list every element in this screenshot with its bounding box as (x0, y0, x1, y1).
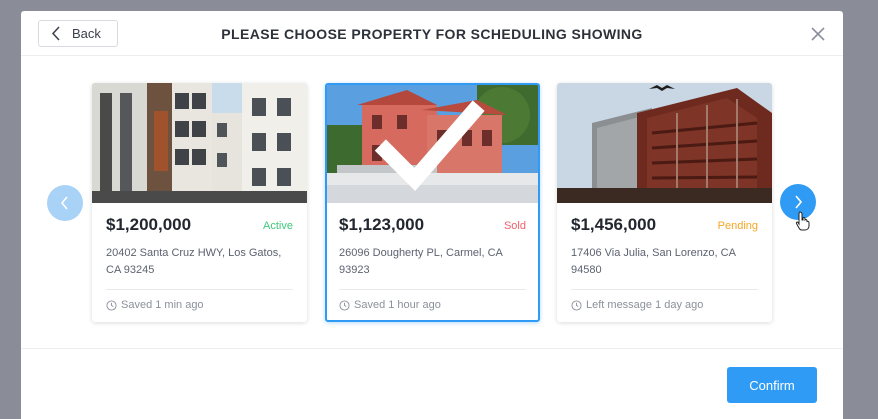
chevron-right-icon (795, 195, 803, 209)
modal-title: PLEASE CHOOSE PROPERTY FOR SCHEDULING SH… (221, 26, 643, 42)
card-body: $1,123,000 Sold 26096 Dougherty PL, Carm… (339, 215, 526, 279)
property-photo (92, 83, 307, 203)
close-icon[interactable] (810, 26, 826, 42)
card-body: $1,456,000 Pending 17406 Via Julia, San … (571, 215, 758, 279)
status-badge: Pending (717, 220, 758, 232)
property-card-1[interactable]: $1,200,000 Active 20402 Santa Cruz HWY, … (92, 83, 307, 322)
previous-button[interactable] (47, 185, 83, 221)
check-icon (374, 100, 485, 191)
card-meta: Left message 1 day ago (571, 299, 703, 311)
clock-icon (571, 299, 582, 311)
card-divider (339, 289, 526, 290)
modal-header: Back PLEASE CHOOSE PROPERTY FOR SCHEDULI… (21, 11, 843, 56)
property-address: 17406 Via Julia, San Lorenzo, CA 94580 (571, 247, 736, 276)
property-photo (557, 83, 772, 203)
card-body: $1,200,000 Active 20402 Santa Cruz HWY, … (106, 215, 293, 279)
card-meta: Saved 1 min ago (106, 299, 204, 311)
modal-footer: Confirm (21, 348, 843, 419)
property-address: 20402 Santa Cruz HWY, Los Gatos, CA 9324… (106, 247, 282, 276)
card-meta-text: Saved 1 hour ago (354, 299, 441, 311)
hand-cursor-icon (795, 211, 810, 231)
property-price: $1,123,000 (339, 215, 425, 234)
card-divider (571, 289, 758, 290)
property-photo (327, 85, 538, 203)
property-card-2[interactable]: $1,123,000 Sold 26096 Dougherty PL, Carm… (325, 83, 540, 322)
confirm-button[interactable]: Confirm (727, 367, 817, 403)
property-card-3[interactable]: $1,456,000 Pending 17406 Via Julia, San … (557, 83, 772, 322)
property-selection-modal: Back PLEASE CHOOSE PROPERTY FOR SCHEDULI… (21, 11, 843, 419)
clock-icon (106, 299, 117, 311)
card-divider (106, 289, 293, 290)
chevron-left-icon (60, 196, 68, 210)
status-badge: Active (263, 220, 293, 232)
status-badge: Sold (503, 220, 526, 232)
card-meta: Saved 1 hour ago (339, 299, 441, 311)
card-meta-text: Left message 1 day ago (586, 299, 704, 311)
clock-icon (339, 299, 350, 311)
property-address: 26096 Dougherty PL, Carmel, CA 93923 (339, 247, 503, 276)
card-meta-text: Saved 1 min ago (121, 299, 204, 311)
